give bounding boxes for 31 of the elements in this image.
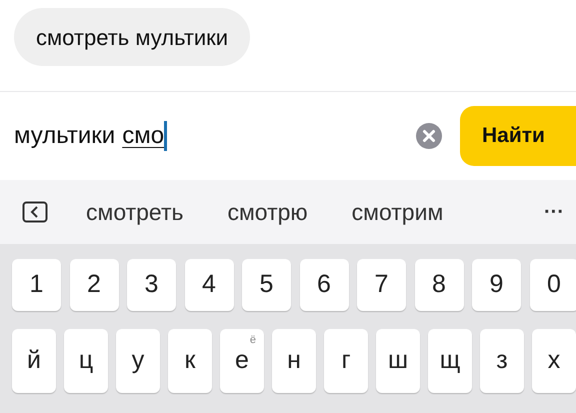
back-icon[interactable]	[22, 201, 48, 223]
keyboard-key[interactable]: 6	[300, 259, 348, 311]
word-suggestion[interactable]: смотрим	[352, 194, 444, 230]
keyboard-key[interactable]: н	[272, 329, 316, 393]
keyboard-key[interactable]: з	[480, 329, 524, 393]
clear-icon[interactable]	[416, 123, 442, 149]
word-suggestion[interactable]: смотреть	[86, 194, 184, 230]
keyboard-key[interactable]: ш	[376, 329, 420, 393]
keyboard-key[interactable]: 4	[184, 259, 234, 311]
keyboard-key[interactable]: 5	[242, 259, 291, 311]
keyboard-key[interactable]: у	[116, 329, 160, 393]
keyboard-key[interactable]: й	[12, 329, 56, 393]
keyboard-key[interactable]: 8	[414, 259, 464, 311]
alternate-character: ё	[250, 333, 256, 348]
keyboard-key[interactable]: е ё	[220, 329, 264, 393]
more-button[interactable]: ···	[544, 197, 564, 227]
keyboard-key[interactable]: 2	[70, 259, 118, 311]
keyboard-key[interactable]: щ	[428, 329, 472, 393]
keyboard-key[interactable]: 7	[357, 259, 406, 311]
keyboard-key[interactable]: к	[168, 329, 212, 393]
keyboard-key[interactable]: г	[324, 329, 368, 393]
word-suggestion[interactable]: смотрю	[227, 194, 308, 230]
keyboard-key[interactable]: 0	[530, 259, 576, 311]
keyboard-key[interactable]: 9	[472, 259, 521, 311]
keyboard-key[interactable]: 3	[127, 259, 176, 311]
search-field[interactable]: мультики смо	[14, 106, 416, 166]
keyboard-key[interactable]: х	[532, 329, 576, 393]
suggestion-chip[interactable]: смотреть мультики	[14, 8, 250, 66]
keyboard-key[interactable]: ц	[64, 329, 108, 393]
search-button[interactable]: Найти	[460, 106, 576, 166]
keyboard-key[interactable]: 1	[12, 259, 61, 311]
